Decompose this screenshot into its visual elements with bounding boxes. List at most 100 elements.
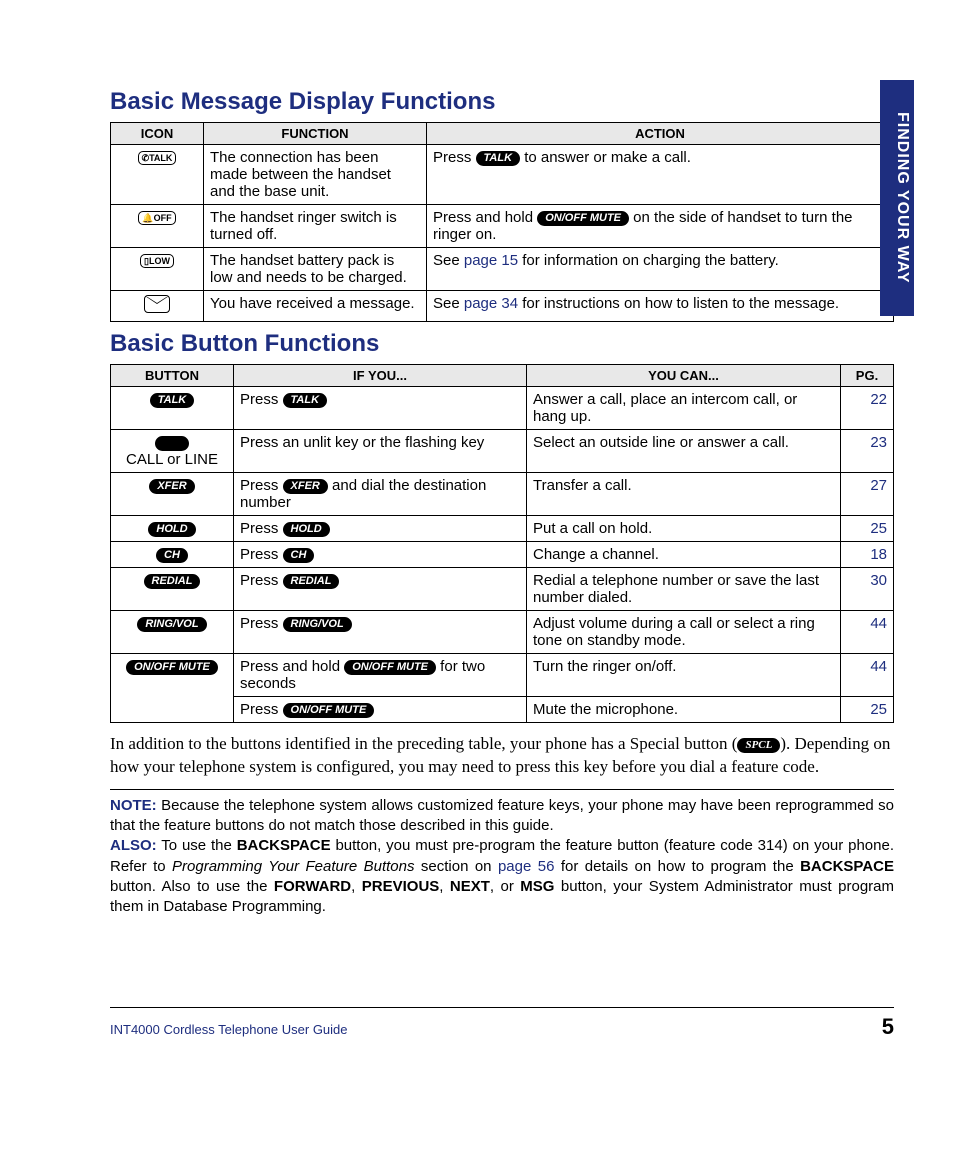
table-row: CHPress CHChange a channel.18 [111,542,894,568]
page56-link[interactable]: page 56 [498,858,554,875]
note-t2h: , or [490,878,520,895]
table-row: You have received a message.See page 34 … [111,291,894,322]
on-off-mute-pill: ON/OFF MUTE [283,703,375,718]
table-row: ON/OFF MUTEPress and hold ON/OFF MUTE fo… [111,654,894,697]
previous-bold: PREVIOUS [362,878,440,895]
ifyou-cell: Press RING/VOL [234,611,527,654]
message-envelope-icon [111,291,204,322]
call-or-line-label: CALL or LINE [126,451,218,468]
button-cell: XFER [111,473,234,516]
page-link[interactable]: page 34 [464,295,518,312]
page-ref-link[interactable]: 30 [841,568,894,611]
ifyou-cell: Press TALK [234,387,527,430]
function-text: The connection has been made between the… [204,145,427,205]
page-ref-link[interactable]: 44 [841,611,894,654]
table-row: ▯LOWThe handset battery pack is low and … [111,248,894,291]
button-cell: CH [111,542,234,568]
button-cell: CALL or LINE [111,430,234,473]
note-t2g: , [439,878,450,895]
youcan-cell: Redial a telephone number or save the la… [527,568,841,611]
table-row: XFERPress XFER and dial the destination … [111,473,894,516]
on-off-mute-pill: ON/OFF MUTE [537,211,629,226]
page-link[interactable]: page 15 [464,252,518,269]
youcan-cell: Adjust volume during a call or select a … [527,611,841,654]
redial-pill: REDIAL [144,574,201,589]
page-ref-link[interactable]: 23 [841,430,894,473]
note-t2d: for details on how to program the [554,858,800,875]
page-footer: INT4000 Cordless Telephone User Guide 5 [110,1007,894,1040]
page-ref-link[interactable]: 25 [841,516,894,542]
youcan-cell: Mute the microphone. [527,697,841,723]
ifyou-cell: Press REDIAL [234,568,527,611]
prog-italic: Programming Your Feature Buttons [172,858,414,875]
para-pre: In addition to the buttons identified in… [110,734,737,753]
also-keyword: ALSO: [110,837,157,854]
button-cell: RING/VOL [111,611,234,654]
youcan-cell: Answer a call, place an intercom call, o… [527,387,841,430]
button-cell: ON/OFF MUTE [111,654,234,723]
table-row: HOLD Press HOLDPut a call on hold.25 [111,516,894,542]
ifyou-cell: Press HOLD [234,516,527,542]
table-row: 🔔OFF The handset ringer switch is turned … [111,205,894,248]
on-off-mute-pill: ON/OFF MUTE [344,660,436,675]
table-row: CALL or LINE Press an unlit key or the fl… [111,430,894,473]
note-keyword: NOTE: [110,797,157,814]
page-ref-link[interactable]: 44 [841,654,894,697]
ifyou-cell: Press CH [234,542,527,568]
note-block: NOTE: Because the telephone system allow… [110,789,894,918]
ch-pill: CH [283,548,315,563]
forward-bold: FORWARD [274,878,351,895]
ch-pill: CH [156,548,188,563]
page-ref-link[interactable]: 27 [841,473,894,516]
ringer-off-icon: 🔔OFF [111,205,204,248]
th-action: ACTION [427,123,894,145]
talk-pill: TALK [150,393,195,408]
action-text: Press and hold ON/OFF MUTE on the side o… [427,205,894,248]
section1-title: Basic Message Display Functions [110,88,894,116]
table-row: RING/VOLPress RING/VOLAdjust volume duri… [111,611,894,654]
note-t2e: button. Also to use the [110,878,274,895]
function-text: The handset ringer switch is turned off. [204,205,427,248]
button-cell: REDIAL [111,568,234,611]
table-row: ✆TALK The connection has been made betwee… [111,145,894,205]
th-function: FUNCTION [204,123,427,145]
action-text: Press TALK to answer or make a call. [427,145,894,205]
talk-pill: TALK [283,393,328,408]
page-ref-link[interactable]: 25 [841,697,894,723]
message-display-table: ICON FUNCTION ACTION ✆TALKThe connection… [110,122,894,322]
youcan-cell: Turn the ringer on/off. [527,654,841,697]
button-cell: HOLD [111,516,234,542]
youcan-cell: Transfer a call. [527,473,841,516]
th-pg: PG. [841,365,894,387]
next-bold: NEXT [450,878,490,895]
spcl-button-pill: SPCL [737,738,780,753]
battery-low-icon: ▯LOW [111,248,204,291]
backspace-bold: BACKSPACE [237,837,331,854]
special-button-paragraph: In addition to the buttons identified in… [110,733,894,779]
ifyou-cell: Press an unlit key or the flashing key [234,430,527,473]
envelope-icon [144,295,170,313]
button-functions-table: BUTTON IF YOU... YOU CAN... PG. TALKPres… [110,364,894,723]
ring-vol-pill: RING/VOL [137,617,206,632]
xfer-pill: XFER [283,479,328,494]
section2-title: Basic Button Functions [110,330,894,358]
page-ref-link[interactable]: 22 [841,387,894,430]
action-text: See page 15 for information on charging … [427,248,894,291]
youcan-cell: Put a call on hold. [527,516,841,542]
function-text: You have received a message. [204,291,427,322]
youcan-cell: Select an outside line or answer a call. [527,430,841,473]
ring-vol-pill: RING/VOL [283,617,352,632]
page-ref-link[interactable]: 18 [841,542,894,568]
hold-pill: HOLD [148,522,195,537]
ifyou-cell: Press ON/OFF MUTE [234,697,527,723]
table-row: TALKPress TALKAnswer a call, place an in… [111,387,894,430]
talk-antenna-icon: ✆TALK [138,151,177,165]
talk-pill: TALK [476,151,521,166]
action-text: See page 34 for instructions on how to l… [427,291,894,322]
on-off-mute-pill: ON/OFF MUTE [126,660,218,675]
ringer-off-icon: 🔔OFF [138,211,175,225]
note-t2f: , [351,878,362,895]
ifyou-cell: Press and hold ON/OFF MUTE for two secon… [234,654,527,697]
button-cell: TALK [111,387,234,430]
side-tab: FINDING YOUR WAY [880,80,914,316]
